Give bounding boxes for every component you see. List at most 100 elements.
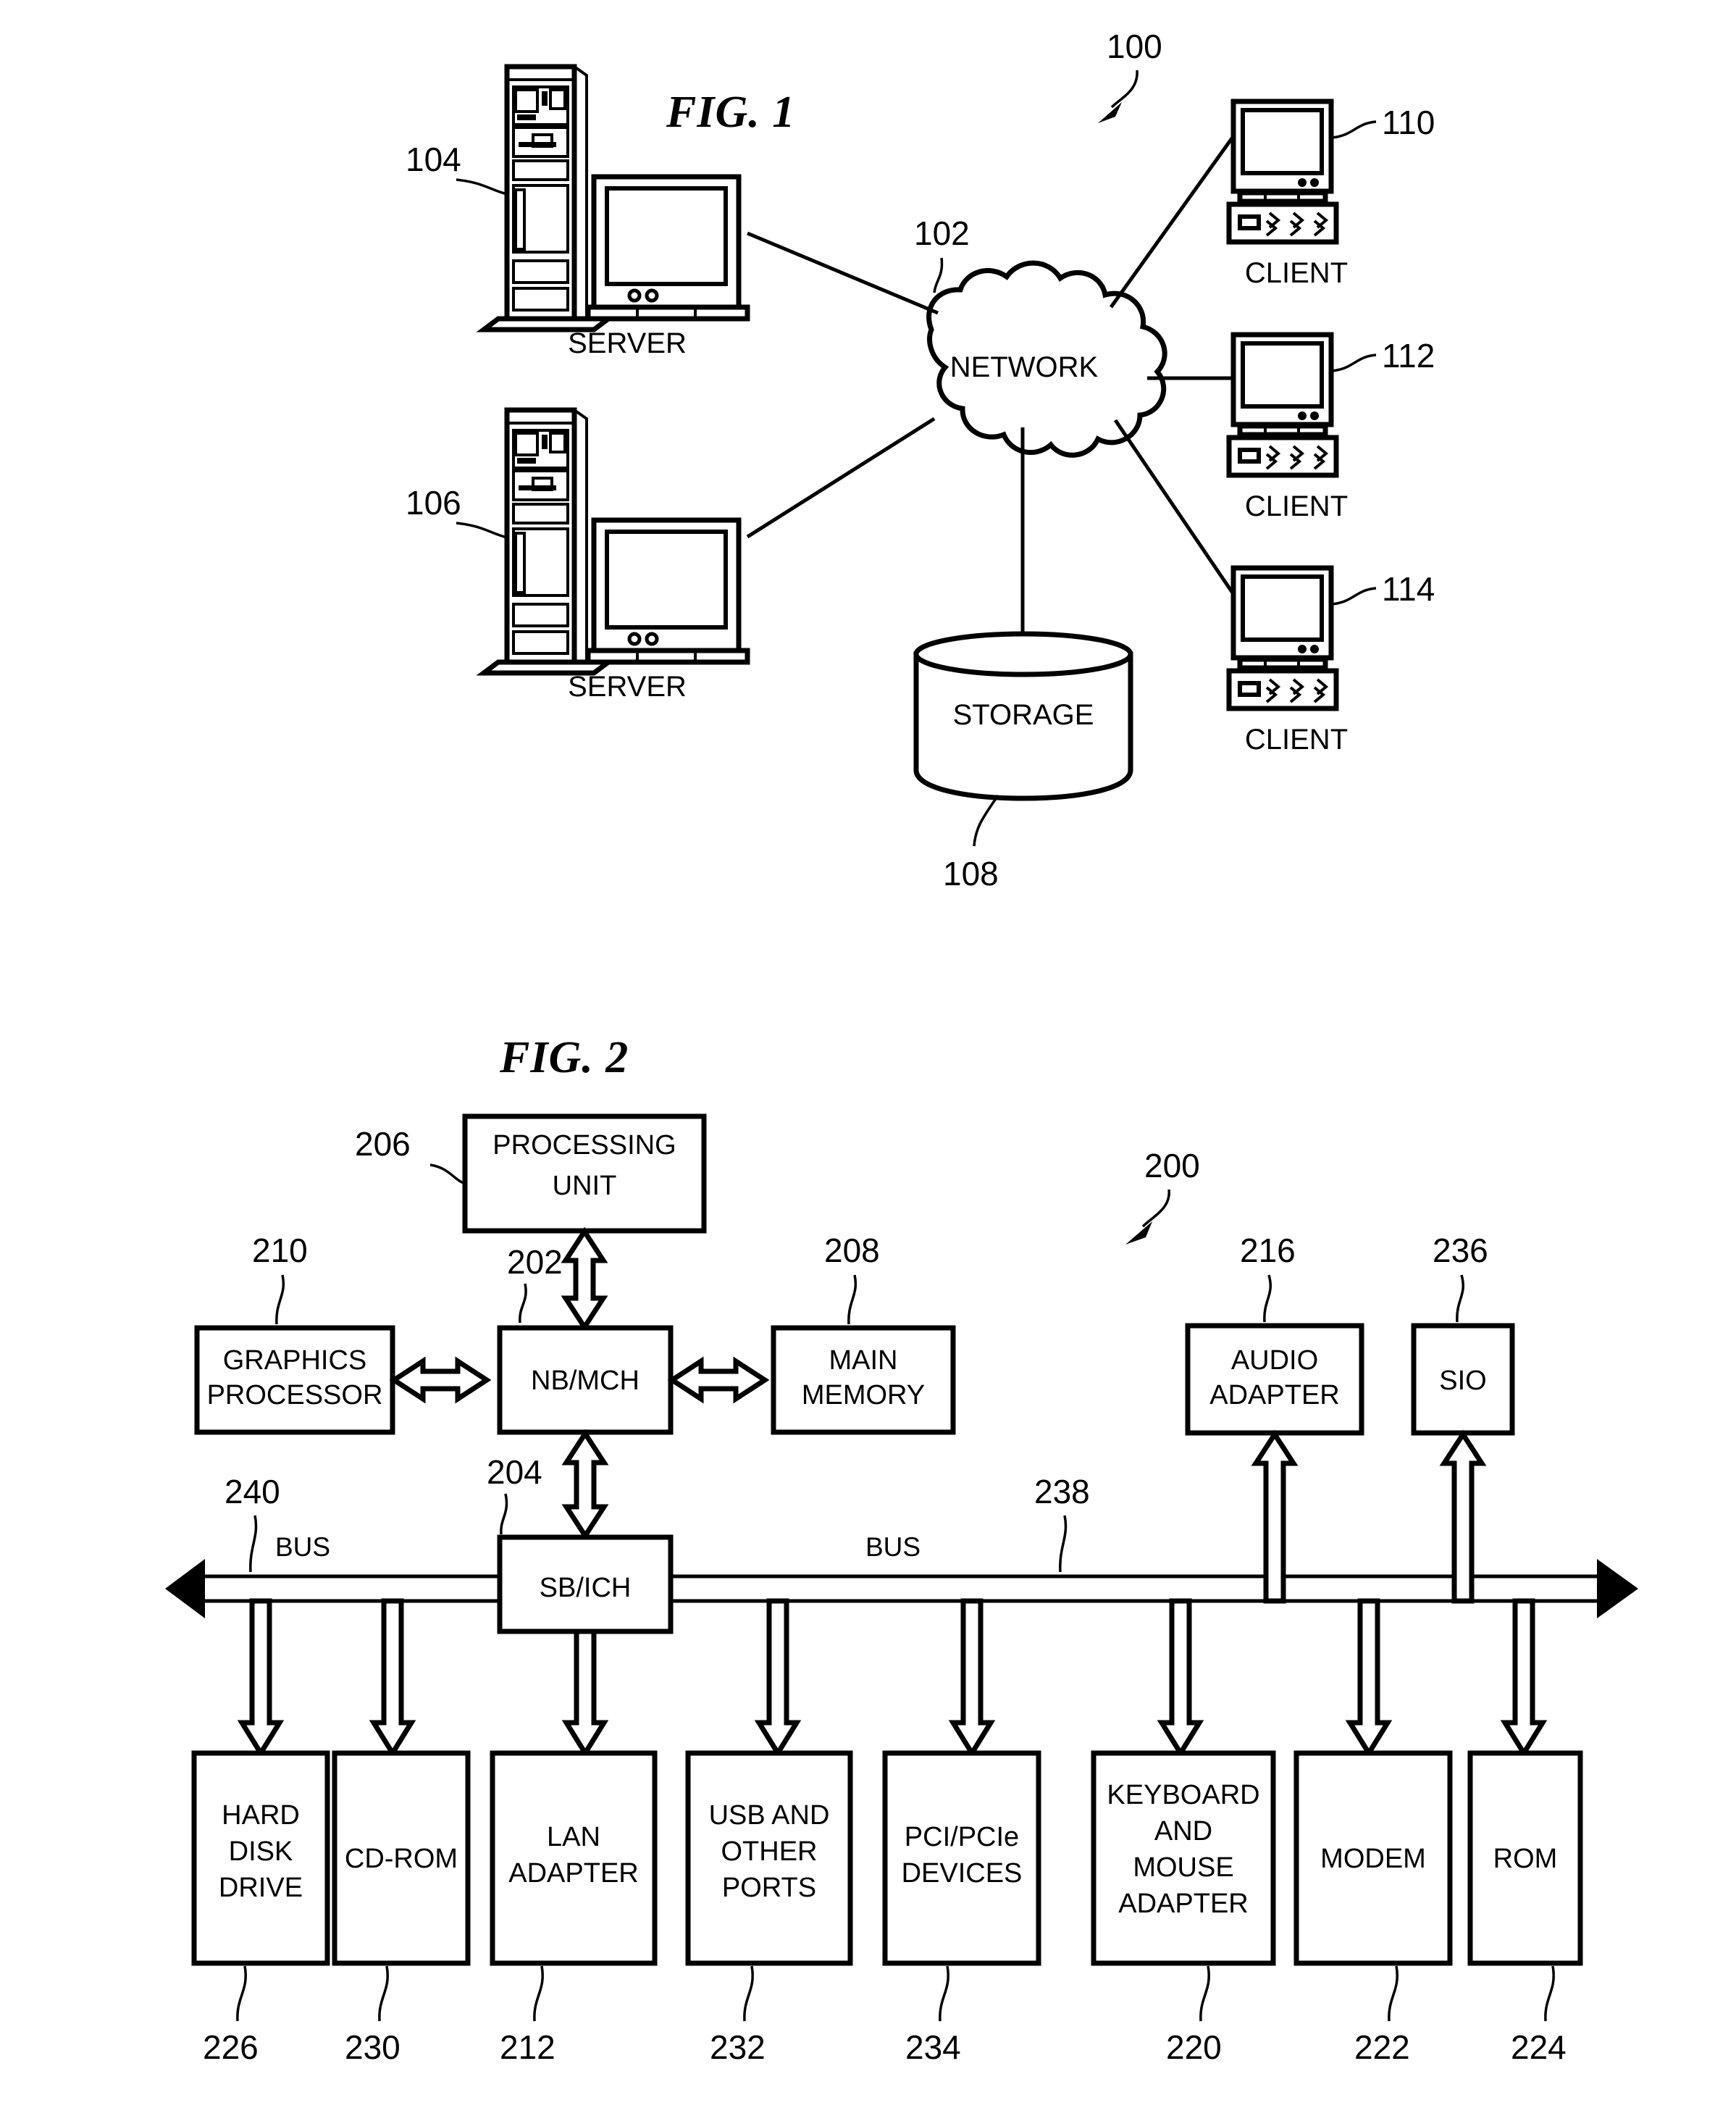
ref-240: 240 [225,1473,280,1510]
sbich-label: SB/ICH [540,1573,632,1603]
figure-1-title: FIG. 1 [666,88,795,137]
arrow-bus-to-rom [1500,1598,1548,1758]
link-cloud-client-114 [1113,419,1236,595]
client-114: CLIENT [1226,565,1348,756]
client-112: CLIENT [1226,332,1348,522]
patent-drawing-sheet: FIG. 1 100 NETWORK 102 SERVER 104 SERVER… [0,0,1736,2103]
ref-216: 216 [1240,1232,1296,1269]
ref-226: 226 [203,2028,259,2066]
leader-212 [533,1965,544,2022]
audio-adapter-line1: AUDIO [1231,1345,1318,1376]
keyboard-mouse-line3: MOUSE [1133,1852,1233,1883]
arrow-bus-to-lan-adapter [561,1629,609,1758]
arrow-bus-to-keyboard-mouse-adapter [1157,1598,1204,1758]
ref-212: 212 [500,2028,555,2066]
rom-box: ROM [1467,1750,1583,1966]
ref-200: 200 [1144,1147,1200,1184]
usb-ports-line1: USB AND [709,1800,830,1831]
leader-232 [743,1965,754,2022]
modem-line1: MODEM [1320,1844,1426,1874]
network-label: NETWORK [950,351,1099,383]
cd-rom-box: CD-ROM [332,1750,471,1966]
ref-208: 208 [824,1232,880,1269]
hard-disk-drive-box: HARD DISK DRIVE [191,1750,330,1966]
hard-disk-drive-line3: DRIVE [219,1873,303,1903]
client-114-label: CLIENT [1245,724,1348,756]
client-110: CLIENT [1226,99,1348,289]
ref-232: 232 [710,2028,766,2066]
ref-234: 234 [905,2028,961,2066]
hard-disk-drive-line1: HARD [222,1800,300,1831]
main-memory-line1: MAIN [829,1345,898,1376]
leader-104 [456,178,508,196]
pci-devices-line2: DEVICES [902,1858,1023,1889]
bus-label-right: BUS [865,1532,921,1562]
leader-204 [500,1493,508,1535]
graphics-processor-line2: PROCESSOR [207,1380,383,1410]
bus-label-left: BUS [275,1532,330,1562]
sbich-box: SB/ICH [497,1534,674,1634]
processing-unit-line1: PROCESSING [492,1130,676,1161]
leader-230 [378,1965,389,2022]
pci-devices-line1: PCI/PCIe [905,1822,1019,1852]
cd-rom-line1: CD-ROM [345,1844,458,1874]
arrow-processing-unit-to-nbmch [561,1226,608,1332]
link-cloud-server-106 [746,417,936,539]
client-110-label: CLIENT [1245,257,1348,289]
ref-236: 236 [1433,1232,1488,1269]
ref-112: 112 [1382,337,1435,375]
keyboard-mouse-line4: ADAPTER [1118,1889,1248,1919]
leader-202 [519,1283,527,1324]
network-cloud: NETWORK [926,260,1167,458]
leader-222 [1388,1965,1399,2022]
audio-adapter-line2: ADAPTER [1209,1380,1339,1410]
usb-ports-line2: OTHER [721,1836,818,1867]
storage-label: STORAGE [953,699,1094,731]
sio-label: SIO [1439,1366,1486,1396]
server-104-label: SERVER [568,327,687,359]
audio-adapter-box: AUDIO ADAPTER [1185,1323,1364,1436]
nbmch-label: NB/MCH [531,1366,640,1396]
ref-224: 224 [1511,2028,1567,2066]
keyboard-mouse-line2: AND [1154,1816,1212,1847]
main-memory-line2: MEMORY [802,1380,925,1410]
bus-down-branches [237,1598,1548,1758]
leader-216 [1263,1274,1272,1323]
sio-box: SIO [1411,1323,1515,1436]
leader-200-arrowhead [1125,1221,1152,1245]
ref-100: 100 [1107,28,1162,65]
link-cloud-client-110 [1109,135,1236,309]
lan-adapter-line1: LAN [547,1822,600,1852]
client-112-label: CLIENT [1245,490,1348,522]
drawing-canvas: FIG. 1 100 NETWORK 102 SERVER 104 SERVER… [165,28,1638,2066]
figure-2-group: FIG. 2 200 PROCESSING UNIT 206 202 NB/MC… [165,1033,1638,2066]
keyboard-mouse-adapter-box: KEYBOARD AND MOUSE ADAPTER [1091,1750,1276,1966]
arrow-nbmch-to-sbich [561,1429,609,1541]
leader-210 [275,1274,285,1325]
ref-238: 238 [1034,1473,1090,1510]
arrow-bus-to-pci-devices [948,1598,996,1758]
ref-222: 222 [1354,2028,1410,2066]
leader-238 [1059,1515,1068,1573]
storage-cylinder: STORAGE [913,631,1133,801]
rom-line1: ROM [1493,1844,1558,1874]
leader-100 [1110,70,1139,109]
leader-236 [1456,1274,1464,1323]
ref-110: 110 [1382,104,1435,141]
lan-adapter-box: LAN ADAPTER [490,1750,658,1966]
arrow-bus-to-hard-disk-drive [237,1598,285,1758]
server-106: SERVER [476,407,750,703]
ref-104: 104 [406,141,461,178]
leader-112 [1330,354,1377,372]
leader-100-arrowhead [1098,102,1122,123]
processing-unit-line2: UNIT [553,1171,617,1201]
ref-204: 204 [487,1453,542,1491]
leader-102 [933,257,944,293]
pci-devices-box: PCI/PCIe DEVICES [882,1750,1041,1966]
arrow-graphics-to-nbmch [389,1356,492,1404]
leader-200 [1141,1189,1170,1228]
graphics-processor-line1: GRAPHICS [223,1345,366,1376]
keyboard-mouse-line1: KEYBOARD [1107,1780,1259,1810]
arrow-bus-to-usb-ports [754,1598,802,1758]
arrow-bus-to-cd-rom [369,1598,416,1758]
